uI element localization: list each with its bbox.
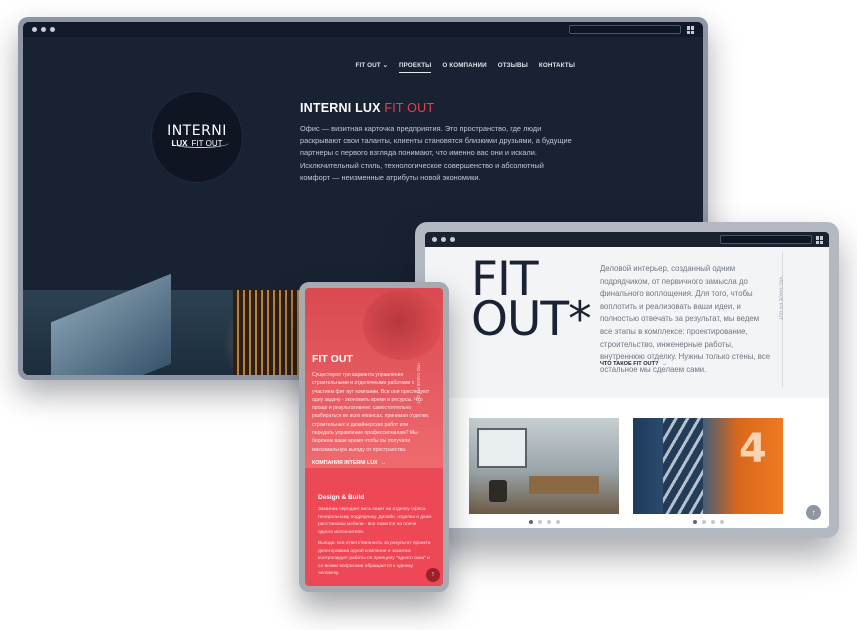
photo-stairs xyxy=(663,418,703,514)
hero-title-accent: FIT OUT xyxy=(384,101,435,115)
window-dots-icon xyxy=(432,237,455,242)
address-bar[interactable] xyxy=(720,235,812,244)
photo-number: 4 xyxy=(739,426,767,472)
photo-chair xyxy=(489,480,507,502)
showcase-stage: FIT OUT ⌄ ПРОЕКТЫ О КОМПАНИИ ОТЗЫВЫ КОНТ… xyxy=(0,0,857,630)
card-title: Design & Build xyxy=(318,494,365,501)
grid-menu-icon[interactable] xyxy=(687,26,695,34)
company-link[interactable]: КОМПАНИЯ INTERNI LUX → xyxy=(312,460,386,466)
carousel-pager[interactable] xyxy=(529,520,560,524)
address-bar[interactable] xyxy=(569,25,681,34)
grid-menu-icon[interactable] xyxy=(816,236,824,244)
brand-logo[interactable]: INTERNI LUX FIT OUT xyxy=(152,92,242,182)
hero-text: Офис — визитная карточка предприятия. Эт… xyxy=(300,124,572,182)
tablet-window: FIT OUT* Деловой интерьер, созданный одн… xyxy=(415,222,839,538)
nav-item-contacts[interactable]: КОНТАКТЫ xyxy=(539,62,575,73)
arrow-right-icon: → xyxy=(661,361,668,367)
project-photo-office[interactable] xyxy=(469,418,619,514)
photo-slab xyxy=(51,273,171,375)
vertical-label: ЧТО ТАКОЕ FIT OUT xyxy=(778,276,784,321)
phone-device: FIT OUT ЧТО ТАКОЕ FIT OUT Существуют три… xyxy=(299,282,449,592)
design-build-card: Design & Build Заказчик передает весь па… xyxy=(311,485,437,585)
card-text: Выгода: вся ответственность за результат… xyxy=(318,541,431,577)
project-photo-stairs[interactable]: 4 xyxy=(633,418,783,514)
photo-desk xyxy=(529,476,599,494)
logo-wordmark: INTERNI xyxy=(167,123,227,139)
main-nav: FIT OUT ⌄ ПРОЕКТЫ О КОМПАНИИ ОТЗЫВЫ КОНТ… xyxy=(356,62,575,73)
what-is-fit-out-link[interactable]: ЧТО ТАКОЕ FIT OUT? → xyxy=(600,361,667,367)
phone-title: FIT OUT xyxy=(312,353,353,365)
logo-lux: LUX xyxy=(171,139,188,148)
logo-fit-out: FIT OUT xyxy=(191,139,223,148)
phone-text: Существуют три варианта управления строи… xyxy=(312,372,430,453)
link-label: ЧТО ТАКОЕ FIT OUT? xyxy=(600,361,659,367)
phone-screen: FIT OUT ЧТО ТАКОЕ FIT OUT Существуют три… xyxy=(305,288,443,586)
hero-title-main: INTERNI LUX xyxy=(300,101,381,115)
photo-window xyxy=(477,428,527,468)
scroll-up-button[interactable]: ↑ xyxy=(806,505,821,520)
nav-item-about[interactable]: О КОМПАНИИ xyxy=(442,62,486,73)
arrow-right-icon: → xyxy=(380,460,386,466)
tablet-titlebar xyxy=(425,232,829,247)
nav-item-projects[interactable]: ПРОЕКТЫ xyxy=(398,62,432,73)
hero-image xyxy=(363,290,441,360)
tablet-screen: FIT OUT* Деловой интерьер, созданный одн… xyxy=(425,232,829,528)
scroll-up-button[interactable]: ↑ xyxy=(426,568,440,582)
heading-line-2: OUT* xyxy=(471,292,592,347)
link-label: КОМПАНИЯ INTERNI LUX xyxy=(312,460,378,466)
carousel-pager[interactable] xyxy=(693,520,724,524)
nav-item-reviews[interactable]: ОТЗЫВЫ xyxy=(498,62,528,73)
window-dots-icon xyxy=(32,27,55,32)
nav-item-fit-out[interactable]: FIT OUT ⌄ xyxy=(356,62,388,73)
hero-title: INTERNI LUX FIT OUT xyxy=(300,101,434,115)
card-text: Заказчик передает весь пакет на отделку … xyxy=(318,507,432,535)
logo-subline: LUX FIT OUT xyxy=(152,139,242,148)
fit-out-heading: FIT OUT* xyxy=(471,256,592,347)
fit-out-description: Деловой интерьер, созданный одним подряд… xyxy=(600,264,771,374)
desktop-titlebar xyxy=(23,22,703,37)
photo-slats xyxy=(233,290,303,375)
